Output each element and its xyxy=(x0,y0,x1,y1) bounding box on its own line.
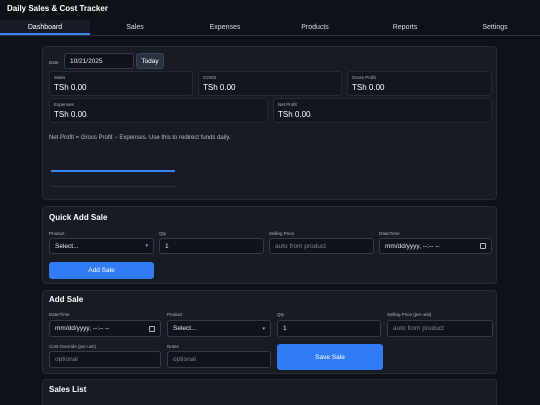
as-product-label: Product xyxy=(167,312,183,317)
as-price-label: Selling Price (per unit) xyxy=(387,312,432,317)
tab-settings[interactable]: Settings xyxy=(450,20,540,35)
qa-product-select[interactable]: Select... ▾ xyxy=(49,238,154,254)
date-input[interactable]: 10/21/2025 xyxy=(64,53,134,69)
stat-sales-label: Sales xyxy=(54,75,66,80)
net-profit-hint: Net Profit = Gross Profit − Expenses. Us… xyxy=(49,135,231,141)
quick-add-sale-title: Quick Add Sale xyxy=(49,213,108,222)
qa-product-value: Select... xyxy=(55,242,79,250)
stat-gross-profit: Gross Profit TSh 0.00 xyxy=(347,71,492,96)
stat-net-profit-label: Net Profit xyxy=(278,102,297,107)
stat-cogs: COGS TSh 0.00 xyxy=(198,71,342,96)
dashboard-card: Date 10/21/2025 Today Sales TSh 0.00 COG… xyxy=(42,46,497,200)
add-sale-card: Add Sale Date/Time mm/dd/yyyy, --:-- -- … xyxy=(42,290,497,374)
as-cost-input[interactable]: optional xyxy=(49,351,161,368)
quick-add-sale-card: Quick Add Sale Product Select... ▾ Qty 1… xyxy=(42,206,497,284)
app-title: Daily Sales & Cost Tracker xyxy=(7,4,108,13)
stat-net-profit-value: TSh 0.00 xyxy=(278,110,311,119)
qa-datetime-value: mm/dd/yyyy, --:-- -- xyxy=(385,242,440,250)
chevron-down-icon: ▾ xyxy=(262,325,265,332)
save-sale-button[interactable]: Save Sale xyxy=(277,344,383,370)
stat-cogs-label: COGS xyxy=(203,75,217,80)
as-datetime-label: Date/Time xyxy=(49,312,70,317)
qa-datetime-input[interactable]: mm/dd/yyyy, --:-- -- xyxy=(379,238,492,254)
chart-baseline xyxy=(51,186,175,187)
chart-line xyxy=(51,170,175,172)
date-label: Date xyxy=(49,60,59,65)
stat-cogs-value: TSh 0.00 xyxy=(203,83,236,92)
sales-list-card: Sales List xyxy=(42,379,497,405)
as-product-value: Select... xyxy=(173,325,197,332)
tab-sales[interactable]: Sales xyxy=(90,20,180,35)
calendar-icon[interactable] xyxy=(149,325,155,332)
as-notes-label: Notes xyxy=(167,344,179,349)
stat-expenses: Expenses TSh 0.00 xyxy=(49,98,268,123)
as-cost-label: Cost Override (per unit) xyxy=(49,344,97,349)
tab-bar: Dashboard Sales Expenses Products Report… xyxy=(0,20,540,36)
add-sale-title: Add Sale xyxy=(49,295,84,304)
qa-qty-label: Qty xyxy=(159,231,167,236)
as-datetime-input[interactable]: mm/dd/yyyy, --:-- -- xyxy=(49,320,161,337)
add-sale-button[interactable]: Add Sale xyxy=(49,262,154,279)
qa-price-label: Selling Price xyxy=(269,231,295,236)
as-product-select[interactable]: Select... ▾ xyxy=(167,320,271,337)
as-price-input[interactable]: auto from product xyxy=(387,320,493,337)
today-button[interactable]: Today xyxy=(136,53,164,69)
stat-expenses-value: TSh 0.00 xyxy=(54,110,87,119)
tab-products[interactable]: Products xyxy=(270,20,360,35)
as-datetime-value: mm/dd/yyyy, --:-- -- xyxy=(55,325,110,332)
qa-price-input[interactable]: auto from product xyxy=(269,238,374,254)
qa-product-label: Product xyxy=(49,231,65,236)
qa-datetime-label: Date/Time xyxy=(379,231,400,236)
tab-dashboard[interactable]: Dashboard xyxy=(0,20,90,35)
stat-expenses-label: Expenses xyxy=(54,102,74,107)
qa-qty-input[interactable]: 1 xyxy=(159,238,264,254)
stat-sales: Sales TSh 0.00 xyxy=(49,71,193,96)
stat-gross-profit-label: Gross Profit xyxy=(352,75,376,80)
stat-gross-profit-value: TSh 0.00 xyxy=(352,83,385,92)
sales-list-title: Sales List xyxy=(49,385,87,394)
tab-reports[interactable]: Reports xyxy=(360,20,450,35)
tab-expenses[interactable]: Expenses xyxy=(180,20,270,35)
as-qty-label: Qty xyxy=(277,312,285,317)
chevron-down-icon: ▾ xyxy=(145,243,148,249)
calendar-icon[interactable] xyxy=(480,243,486,249)
as-qty-input[interactable]: 1 xyxy=(277,320,381,337)
stat-net-profit: Net Profit TSh 0.00 xyxy=(273,98,492,123)
as-notes-input[interactable]: optional xyxy=(167,351,271,368)
stat-sales-value: TSh 0.00 xyxy=(54,83,87,92)
